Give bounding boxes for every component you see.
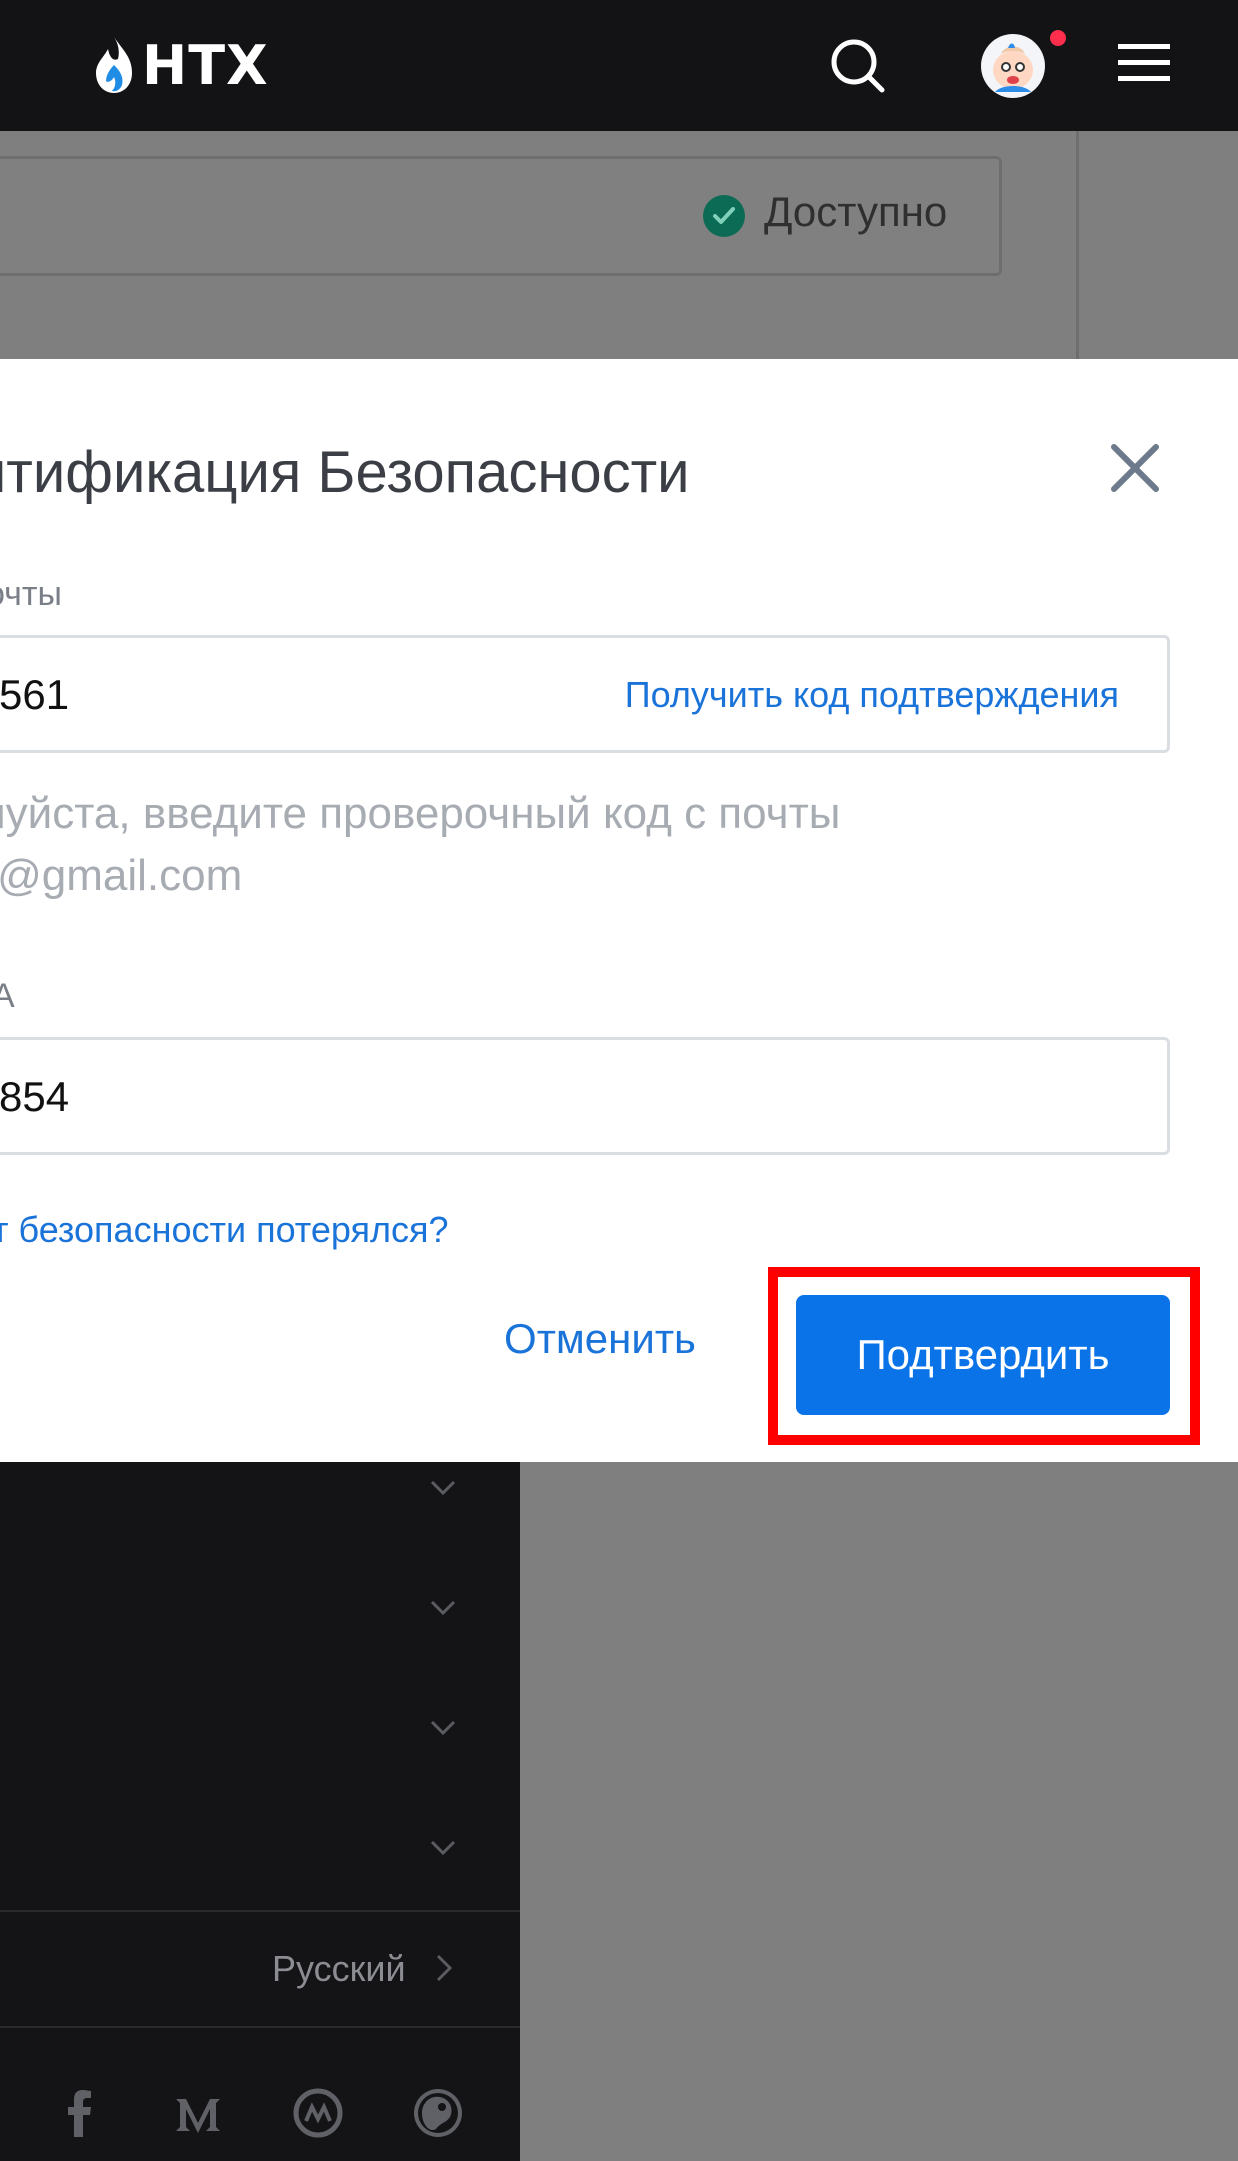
availability-status: Доступно: [764, 188, 948, 235]
email-code-value: 561: [0, 671, 70, 718]
confirm-button[interactable]: Подтвердить: [796, 1295, 1170, 1415]
baby-face-icon: [983, 36, 1043, 96]
language-selector[interactable]: Русский: [272, 1948, 406, 1990]
coinmarketcap-icon[interactable]: [290, 2085, 346, 2141]
flame-icon: [96, 37, 132, 93]
search-icon[interactable]: [826, 34, 890, 98]
cancel-button[interactable]: Отменить: [480, 1299, 720, 1379]
hint-line-1: луйста, введите проверочный код с почты: [0, 789, 841, 838]
twofa-code-value: 854: [0, 1073, 70, 1120]
divider: [0, 2026, 520, 2028]
email-code-field[interactable]: 561 Получить код подтверждения: [0, 635, 1170, 753]
email-code-label: очты: [0, 575, 62, 613]
menu-icon[interactable]: [1118, 42, 1170, 84]
security-verification-modal: ентификация Безопасности очты 561 Получи…: [0, 359, 1238, 1462]
close-icon[interactable]: [1108, 441, 1162, 495]
chevron-down-icon[interactable]: [430, 1720, 456, 1736]
divider: [0, 1910, 520, 1912]
chevron-down-icon[interactable]: [430, 1480, 456, 1496]
chevron-right-icon[interactable]: [436, 1954, 452, 1982]
check-circle-icon: [703, 195, 745, 237]
top-navigation-bar: HTX: [0, 0, 1238, 131]
twofa-code-field[interactable]: 854: [0, 1037, 1170, 1155]
modal-title: ентификация Безопасности: [0, 440, 690, 505]
divider: [1076, 131, 1079, 359]
medium-icon[interactable]: [170, 2085, 226, 2141]
get-code-button[interactable]: Получить код подтверждения: [625, 674, 1119, 716]
htx-logo[interactable]: HTX: [92, 32, 269, 98]
lost-security-item-link[interactable]: т безопасности потерялся?: [0, 1209, 449, 1251]
chevron-down-icon[interactable]: [430, 1840, 456, 1856]
notification-dot: [1050, 30, 1066, 46]
twofa-label: А: [0, 977, 15, 1015]
footer: [0, 1462, 520, 2161]
email-hint: луйста, введите проверочный код с почты …: [0, 783, 840, 907]
chevron-down-icon[interactable]: [430, 1600, 456, 1616]
facebook-icon[interactable]: [52, 2085, 108, 2141]
logo-text: HTX: [142, 33, 269, 97]
coingecko-icon[interactable]: [410, 2085, 466, 2141]
hint-line-2: *@gmail.com: [0, 851, 243, 900]
avatar[interactable]: [981, 34, 1045, 98]
